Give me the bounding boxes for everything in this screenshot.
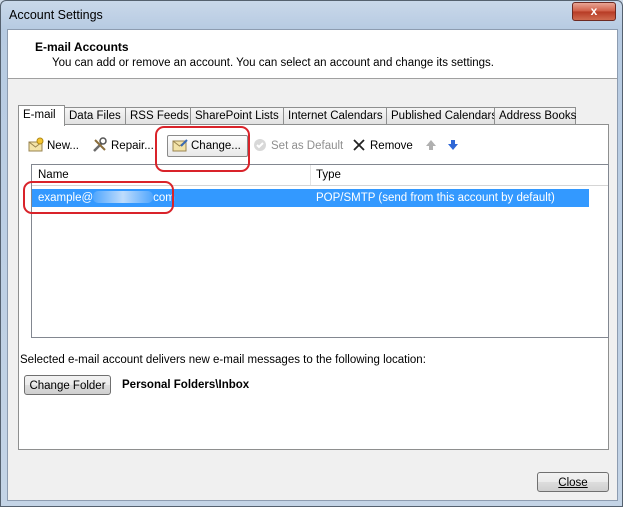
change-account-icon	[172, 137, 188, 153]
column-header-type[interactable]: Type	[316, 165, 341, 185]
new-button[interactable]: New...	[28, 135, 79, 157]
tab-published-calendars[interactable]: Published Calendars	[386, 107, 497, 124]
remove-button-label: Remove	[370, 140, 413, 152]
delivery-folder-path: Personal Folders\Inbox	[122, 379, 250, 391]
email-tab-panel: New... Repair... Change... Set as Defaul…	[18, 124, 609, 450]
account-type: POP/SMTP (send from this account by defa…	[316, 192, 555, 204]
account-name: example@ com	[38, 189, 175, 207]
remove-button[interactable]: Remove	[351, 135, 413, 157]
window-title: Account Settings	[9, 8, 103, 22]
header-description: You can add or remove an account. You ca…	[52, 57, 494, 69]
tools-icon	[92, 137, 108, 153]
new-account-icon	[28, 137, 44, 153]
redacted-domain	[93, 191, 154, 203]
close-button-label: Close	[558, 477, 588, 489]
account-name-suffix: com	[153, 192, 175, 204]
change-button[interactable]: Change...	[167, 135, 248, 157]
account-settings-window: Account Settings x E-mail Accounts You c…	[0, 0, 623, 507]
tab-internet-calendars[interactable]: Internet Calendars	[283, 107, 387, 124]
header-title: E-mail Accounts	[35, 40, 129, 54]
account-row[interactable]: example@ com POP/SMTP (send from this acc…	[32, 189, 589, 207]
change-button-label: Change...	[191, 140, 241, 152]
accounts-toolbar: New... Repair... Change... Set as Defaul…	[19, 135, 608, 157]
tab-rss-feeds[interactable]: RSS Feeds	[125, 107, 191, 124]
tab-data-files[interactable]: Data Files	[64, 107, 126, 124]
arrow-up-icon	[423, 137, 439, 153]
window-close-button[interactable]: x	[572, 2, 616, 21]
new-button-label: New...	[47, 140, 79, 152]
repair-button-label: Repair...	[111, 140, 154, 152]
tab-sharepoint-lists[interactable]: SharePoint Lists	[190, 107, 284, 124]
x-icon	[351, 137, 367, 153]
set-as-default-button[interactable]: Set as Default	[252, 135, 343, 157]
accounts-list[interactable]: Name Type example@ com POP/SMTP (send fro…	[31, 164, 609, 338]
move-up-button[interactable]	[423, 135, 442, 157]
checkmark-icon	[252, 137, 268, 153]
column-separator[interactable]	[310, 165, 311, 185]
arrow-down-icon	[445, 137, 461, 153]
account-name-prefix: example@	[38, 192, 94, 204]
dialog-header: E-mail Accounts You can add or remove an…	[8, 30, 617, 79]
repair-button[interactable]: Repair...	[92, 135, 154, 157]
tab-email[interactable]: E-mail	[18, 105, 65, 126]
accounts-list-header: Name Type	[32, 165, 608, 186]
title-bar[interactable]: Account Settings x	[1, 1, 622, 29]
dialog-client-area: E-mail Accounts You can add or remove an…	[7, 29, 618, 501]
move-down-button[interactable]	[445, 135, 464, 157]
set-as-default-label: Set as Default	[271, 140, 344, 152]
close-button[interactable]: Close	[537, 472, 609, 492]
change-folder-button[interactable]: Change Folder	[24, 375, 111, 395]
tab-address-books[interactable]: Address Books	[494, 107, 576, 124]
delivery-location-label: Selected e-mail account delivers new e-m…	[20, 354, 426, 366]
column-header-name[interactable]: Name	[38, 165, 69, 185]
